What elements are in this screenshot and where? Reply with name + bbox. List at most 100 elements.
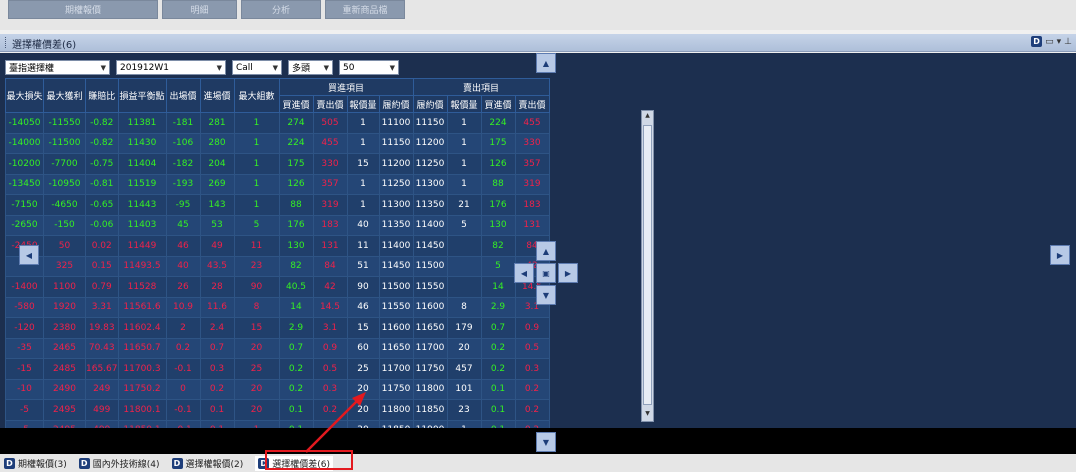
col-max-lots[interactable]: 最大組數 xyxy=(233,78,280,113)
table-cell: 175 xyxy=(278,153,314,175)
table-cell: 11403 xyxy=(117,214,167,236)
dock-center-fill-icon[interactable]: ▣ xyxy=(536,263,556,283)
dock-center-cross[interactable]: ▲ ◀ ▣ ▶ ▼ xyxy=(514,241,578,305)
table-cell: -5 xyxy=(5,399,44,421)
window-icon[interactable]: ▭ xyxy=(1045,37,1054,47)
vertical-scrollbar[interactable]: ▲ ▼ xyxy=(641,110,654,422)
tab-reload-products[interactable]: 重新商品檔 xyxy=(325,0,405,19)
tab-option-quote[interactable]: 期權報價 xyxy=(8,0,158,19)
table-row[interactable]: 3250.1511493.54043.523828451114501150054… xyxy=(5,255,550,277)
col-max-profit[interactable]: 最大獲利 xyxy=(43,78,86,113)
table-row[interactable]: -5 2495 499 11800.1 -0.1 0.1 20 0.1 0.2 20 11800 11… xyxy=(5,399,550,421)
table-cell: 11443 xyxy=(117,194,167,216)
col-entry[interactable]: 進場價 xyxy=(199,78,235,113)
table-cell: 11100 xyxy=(378,112,414,134)
col-exit[interactable]: 出場價 xyxy=(165,78,201,113)
scroll-down-icon[interactable]: ▼ xyxy=(643,410,652,420)
table-cell: -10200 xyxy=(5,153,44,175)
table-cell: 2 xyxy=(165,317,201,339)
dock-center-top-icon[interactable]: ▲ xyxy=(536,241,556,261)
table-cell: 40.5 xyxy=(278,276,314,298)
quantity-select[interactable]: 50 ▼ xyxy=(339,60,399,75)
month-value: 201912W1 xyxy=(120,62,169,73)
table-cell: 0.15 xyxy=(85,255,119,277)
table-row[interactable]: -580 1920 3.31 11561.6 10.9 11.6 8 14 14.5 46 1155… xyxy=(5,296,550,318)
table-cell: 1 xyxy=(346,173,380,195)
month-select[interactable]: 201912W1 ▼ xyxy=(116,60,226,75)
table-cell: 319 xyxy=(312,194,348,216)
buy-ask[interactable]: 賣出價 xyxy=(312,95,348,113)
tab-tech-chart-4[interactable]: D 國內外技術線(4) xyxy=(78,457,160,470)
table-cell: 19.83 xyxy=(85,317,119,339)
table-cell: 1 xyxy=(233,112,280,134)
table-cell: 10.9 xyxy=(165,296,201,318)
table-row[interactable]: -120 2380 19.83 11602.4 2 2.4 15 2.9 3.1 15 11600 1… xyxy=(5,317,550,339)
table-row[interactable]: -13450 -10950 -0.81 11519 -193 269 1 126 357 1 112… xyxy=(5,173,550,195)
tab-analysis[interactable]: 分析 xyxy=(241,0,321,19)
table-cell: 2380 xyxy=(43,317,86,339)
table-cell: 0.2 xyxy=(480,337,516,359)
table-cell: 11350 xyxy=(412,194,448,216)
table-cell: 0.9 xyxy=(312,337,348,359)
dropdown-icon[interactable]: ▾ xyxy=(1057,37,1062,47)
product-select[interactable]: 臺指選擇權 ▼ xyxy=(5,60,110,75)
tab-option-quote-2[interactable]: D 選擇權報價(2) xyxy=(171,457,243,470)
dock-right-icon[interactable]: ▶ xyxy=(1050,245,1070,265)
buy-bid[interactable]: 買進價 xyxy=(278,95,314,113)
table-row[interactable]: -7150 -4650 -0.65 11443 -95 143 1 88 319 1 11300 11… xyxy=(5,194,550,216)
table-cell: 11250 xyxy=(378,173,414,195)
table-cell: 60 xyxy=(346,337,380,359)
table-cell: 280 xyxy=(199,132,235,154)
dock-center-bottom-icon[interactable]: ▼ xyxy=(536,285,556,305)
dock-center-right-icon[interactable]: ▶ xyxy=(558,263,578,283)
table-cell: 0.7 xyxy=(278,337,314,359)
table-row[interactable]: -14000 -11500 -0.82 11430 -106 280 1 224 455 1 111… xyxy=(5,132,550,154)
dock-bottom-icon[interactable]: ▼ xyxy=(536,432,556,452)
filter-bar: 臺指選擇權 ▼ 201912W1 ▼ Call ▼ 多頭 ▼ 50 ▼ xyxy=(5,60,399,75)
tab-option-quote-3[interactable]: D 期權報價(3) xyxy=(4,457,67,470)
table-cell: 176 xyxy=(278,214,314,236)
top-bar: 期權報價 明細 分析 重新商品檔 xyxy=(0,0,1076,30)
table-row[interactable]: -14050 -11550 -0.82 11381 -181 281 1 274 505 1 111… xyxy=(5,112,550,134)
sell-strike[interactable]: 履約價 xyxy=(412,95,448,113)
sell-bid[interactable]: 買進價 xyxy=(480,95,516,113)
table-cell: 46 xyxy=(165,235,201,257)
d-icon[interactable]: D xyxy=(1031,36,1043,47)
table-cell: 183 xyxy=(514,194,550,216)
table-row[interactable]: -1400 1100 0.79 11528 26 28 90 40.5 42 90 11500 115… xyxy=(5,276,550,298)
table-row[interactable]: -10 2490 249 11750.2 0 0.2 20 0.2 0.3 20 11750 1180… xyxy=(5,378,550,400)
table-cell: 3.1 xyxy=(312,317,348,339)
table-cell: 28 xyxy=(199,276,235,298)
table-row[interactable]: -35 2465 70.43 11650.7 0.2 0.7 20 0.7 0.9 60 11650… xyxy=(5,337,550,359)
col-ratio[interactable]: 賺賠比 xyxy=(85,78,119,113)
table-row[interactable]: -15 2485 165.67 11700.3 -0.1 0.3 25 0.2 0.5 25 117… xyxy=(5,358,550,380)
dock-left-icon[interactable]: ◀ xyxy=(19,245,39,265)
sell-group-header: 賣出項目 xyxy=(412,78,550,96)
table-cell: 131 xyxy=(312,235,348,257)
pin-icon[interactable]: ⊥ xyxy=(1064,37,1072,47)
drag-grip[interactable] xyxy=(5,37,8,48)
buy-qty[interactable]: 報價量 xyxy=(346,95,380,113)
table-row[interactable]: -10200 -7700 -0.75 11404 -182 204 1 175 330 15 112… xyxy=(5,153,550,175)
scroll-up-icon[interactable]: ▲ xyxy=(643,112,652,122)
table-cell: 101 xyxy=(446,378,482,400)
callput-select[interactable]: Call ▼ xyxy=(232,60,282,75)
dock-top-icon[interactable]: ▲ xyxy=(536,53,556,73)
buy-strike[interactable]: 履約價 xyxy=(378,95,414,113)
table-cell: 457 xyxy=(446,358,482,380)
tab-details[interactable]: 明細 xyxy=(162,0,237,19)
table-cell: 11300 xyxy=(412,173,448,195)
col-max-loss[interactable]: 最大損失 xyxy=(5,78,44,113)
direction-select[interactable]: 多頭 ▼ xyxy=(288,60,333,75)
table-cell: -7700 xyxy=(43,153,86,175)
table-cell: 23 xyxy=(233,255,280,277)
table-row[interactable]: -2450500.0211449464911130131111140011450… xyxy=(5,235,550,257)
col-breakeven[interactable]: 損益平衡點 xyxy=(117,78,167,113)
table-row[interactable]: -2650 -150 -0.06 11403 45 53 5 176 183 40 11350 114… xyxy=(5,214,550,236)
sell-ask[interactable]: 賣出價 xyxy=(514,95,550,113)
table-cell: 2465 xyxy=(43,337,86,359)
table-cell: -0.06 xyxy=(85,214,119,236)
scroll-thumb[interactable] xyxy=(643,125,652,405)
dock-center-left-icon[interactable]: ◀ xyxy=(514,263,534,283)
sell-qty[interactable]: 報價量 xyxy=(446,95,482,113)
